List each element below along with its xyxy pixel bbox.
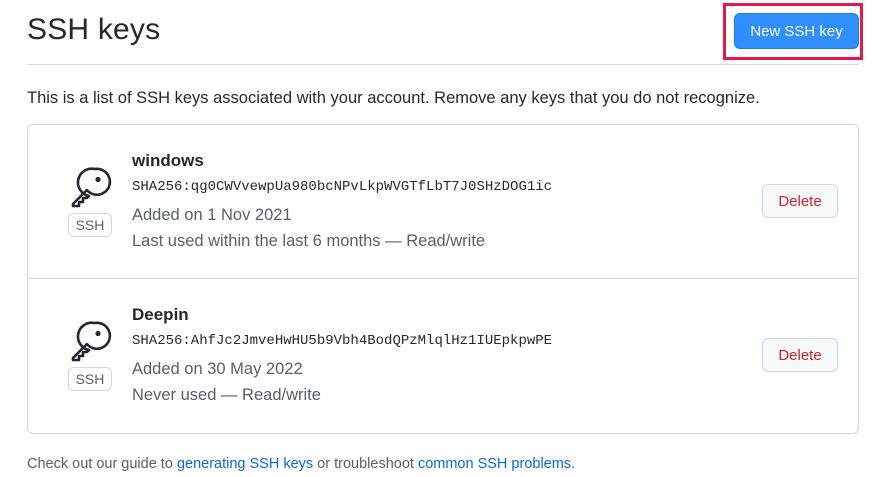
common-ssh-problems-link[interactable]: common SSH problems: [418, 456, 571, 472]
key-info: Deepin SHA256:AhfJc2JmveHwHU5b9Vbh4BodQP…: [132, 305, 552, 408]
footer-middle: or troubleshoot: [313, 456, 418, 472]
footer-prefix: Check out our guide to: [27, 456, 177, 472]
ssh-key-list: SSH windows SHA256:qg0CWVvewpUa980bcNPvL…: [27, 124, 859, 434]
key-usage: Never used — Read/write: [132, 386, 321, 404]
intro-text: This is a list of SSH keys associated wi…: [27, 89, 760, 107]
key-usage: Last used within the last 6 months — Rea…: [132, 232, 486, 250]
key-added-date: Added on 30 May 2022: [132, 360, 303, 378]
key-name: windows: [132, 151, 204, 170]
key-name: Deepin: [132, 305, 189, 324]
ssh-key-row: SSH windows SHA256:qg0CWVvewpUa980bcNPvL…: [28, 125, 858, 279]
ssh-key-row: SSH Deepin SHA256:AhfJc2JmveHwHU5b9Vbh4B…: [28, 279, 858, 433]
key-fingerprint: SHA256:AhfJc2JmveHwHU5b9Vbh4BodQPzMlqlHz…: [132, 333, 553, 349]
key-added-date: Added on 1 Nov 2021: [132, 206, 292, 224]
footer-suffix: .: [571, 456, 576, 472]
page-header: SSH keys New SSH key: [27, 0, 863, 65]
generating-ssh-keys-link[interactable]: generating SSH keys: [177, 456, 313, 472]
key-info: windows SHA256:qg0CWVvewpUa980bcNPvLkpWV…: [132, 151, 552, 254]
key-icon: [71, 321, 112, 362]
delete-key-button[interactable]: Delete: [762, 338, 838, 372]
delete-key-button[interactable]: Delete: [762, 184, 838, 218]
ssh-badge: SSH: [68, 213, 112, 237]
footer-text: Check out our guide to generating SSH ke…: [27, 456, 575, 472]
new-ssh-key-button[interactable]: New SSH key: [734, 13, 859, 49]
page-title: SSH keys: [27, 13, 161, 46]
key-fingerprint: SHA256:qg0CWVvewpUa980bcNPvLkpWVGTfLbT7J…: [132, 179, 553, 195]
key-icon: [71, 167, 112, 208]
ssh-badge: SSH: [68, 367, 112, 391]
